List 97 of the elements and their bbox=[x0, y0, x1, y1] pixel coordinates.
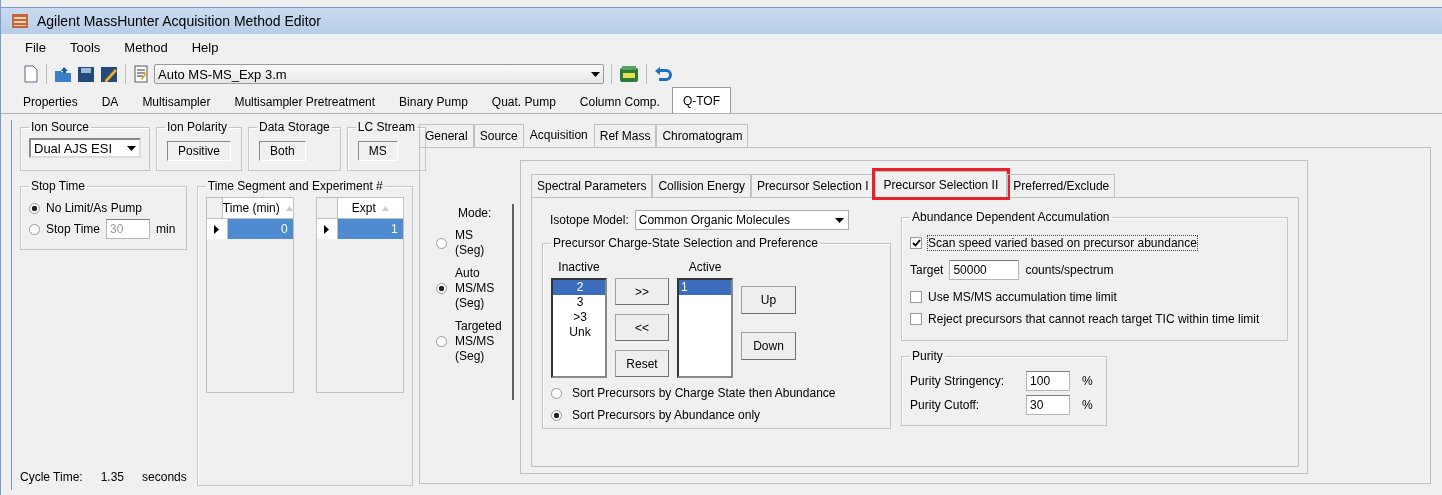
group-title: Ion Polarity bbox=[166, 120, 229, 134]
ion-source-dropdown[interactable]: Dual AJS ESI bbox=[29, 138, 141, 158]
window-title: Agilent MassHunter Acquisition Method Editor bbox=[37, 13, 322, 29]
group-title: Precursor Charge-State Selection and Preference bbox=[552, 236, 819, 250]
radio-button[interactable] bbox=[436, 336, 447, 347]
list-button[interactable]: << bbox=[615, 314, 669, 341]
list-button[interactable]: >> bbox=[615, 278, 669, 305]
group-title: Ion Source bbox=[30, 120, 91, 134]
group-title: Abundance Dependent Accumulation bbox=[911, 210, 1111, 224]
radio-button[interactable] bbox=[436, 283, 447, 294]
method-file-dropdown[interactable]: Auto MS-MS_Exp 3.m bbox=[154, 64, 604, 84]
tab[interactable]: Source bbox=[473, 124, 524, 147]
tab[interactable]: Binary Pump bbox=[387, 91, 480, 113]
tab[interactable]: Collision Energy bbox=[652, 174, 752, 197]
row-pointer-icon bbox=[214, 224, 220, 234]
status-value: Both bbox=[259, 141, 306, 161]
field-label: Isotope Model: bbox=[550, 213, 629, 227]
unit-label: counts/spectrum bbox=[1025, 263, 1114, 277]
tab[interactable]: Column Comp. bbox=[567, 91, 672, 113]
list-title: Active bbox=[688, 260, 722, 274]
menu-item[interactable]: Tools bbox=[57, 39, 113, 55]
unit-label: seconds bbox=[142, 470, 187, 484]
list-title: Inactive bbox=[558, 260, 600, 274]
tab[interactable]: Multisampler bbox=[130, 91, 223, 113]
group-title: Time Segment and Experiment # bbox=[206, 179, 384, 193]
notes-icon[interactable] bbox=[133, 65, 149, 83]
tab[interactable]: Properties bbox=[11, 91, 90, 113]
list-item[interactable]: Unk bbox=[553, 325, 605, 340]
caret-icon bbox=[590, 71, 600, 77]
row-pointer-icon bbox=[324, 224, 330, 234]
column-header[interactable]: Expt bbox=[337, 198, 403, 218]
tab[interactable]: Precursor Selection II bbox=[874, 171, 1008, 197]
tab[interactable]: General bbox=[419, 124, 474, 147]
radio-label[interactable]: Sort Precursors by Charge State then Abundance bbox=[572, 386, 836, 400]
tab[interactable]: DA bbox=[89, 91, 131, 113]
tab[interactable]: Q-TOF bbox=[671, 87, 731, 113]
list-item[interactable]: 3 bbox=[553, 295, 605, 310]
tab[interactable]: Quat. Pump bbox=[479, 91, 568, 113]
order-button[interactable]: Down bbox=[741, 332, 796, 360]
sort-icon bbox=[381, 205, 389, 211]
purity-field[interactable]: 100 bbox=[1026, 371, 1071, 391]
unit-label: min bbox=[156, 222, 176, 236]
undo-icon[interactable] bbox=[654, 65, 672, 83]
target-field[interactable]: 50000 bbox=[949, 260, 1020, 280]
radio-button[interactable] bbox=[551, 409, 562, 421]
radio-label[interactable]: MS (Seg) bbox=[455, 228, 485, 258]
tab[interactable]: Chromatogram bbox=[656, 124, 749, 147]
isotope-model-dropdown[interactable]: Common Organic Molecules bbox=[634, 210, 849, 230]
list-item[interactable]: 1 bbox=[679, 280, 731, 295]
status-value: MS bbox=[357, 141, 398, 161]
group-title: Purity bbox=[911, 349, 944, 363]
tab[interactable]: Ref Mass bbox=[593, 124, 657, 147]
table-cell[interactable]: 0 bbox=[227, 219, 293, 239]
cycle-time-value: 1.35 bbox=[100, 470, 125, 484]
list-item[interactable]: 2 bbox=[553, 280, 605, 295]
save-as-icon[interactable] bbox=[100, 65, 118, 83]
menu-item[interactable]: Help bbox=[179, 39, 231, 55]
radio-button[interactable] bbox=[436, 237, 447, 249]
status-value: Positive bbox=[167, 141, 232, 161]
group-title: Stop Time bbox=[30, 179, 87, 193]
unit-label: % bbox=[1082, 398, 1093, 412]
unit-label: % bbox=[1082, 374, 1093, 388]
checkbox[interactable] bbox=[910, 237, 923, 249]
table-cell[interactable]: 1 bbox=[337, 219, 403, 239]
purity-field[interactable]: 30 bbox=[1026, 395, 1071, 415]
checkbox[interactable] bbox=[910, 291, 923, 303]
checkbox[interactable] bbox=[910, 313, 923, 325]
menu-item[interactable]: File bbox=[13, 39, 58, 55]
tab[interactable]: Multisampler Pretreatment bbox=[222, 91, 388, 113]
radio-label[interactable]: Targeted MS/MS (Seg) bbox=[455, 319, 502, 364]
app-icon bbox=[11, 13, 29, 29]
caret-icon bbox=[126, 145, 136, 151]
radio-button[interactable] bbox=[551, 387, 562, 399]
group-title: LC Stream bbox=[356, 120, 417, 134]
checkbox-label[interactable]: Scan speed varied based on precursor abundance bbox=[928, 236, 1197, 250]
field-label: Target bbox=[910, 263, 944, 277]
menu-item[interactable]: Method bbox=[112, 39, 180, 55]
tab[interactable]: Spectral Parameters bbox=[531, 174, 653, 197]
list-button[interactable]: Reset bbox=[615, 350, 669, 377]
group-title: Data Storage bbox=[258, 120, 331, 134]
checkbox-label[interactable]: Reject precursors that cannot reach target TIC within time limit bbox=[928, 312, 1260, 326]
tab[interactable]: Preferred/Exclude bbox=[1007, 174, 1116, 197]
save-icon[interactable] bbox=[77, 65, 95, 83]
radio-label[interactable]: Sort Precursors by Abundance only bbox=[572, 408, 761, 422]
field-label: Purity Stringency: bbox=[910, 374, 1006, 388]
check-icon bbox=[911, 239, 921, 247]
checkbox-label[interactable]: Use MS/MS accumulation time limit bbox=[928, 290, 1117, 304]
mode-label: Mode: bbox=[458, 206, 493, 220]
order-button[interactable]: Up bbox=[741, 286, 796, 314]
new-document-icon[interactable] bbox=[23, 65, 39, 83]
caret-icon bbox=[835, 217, 845, 223]
column-header[interactable]: Time (min) bbox=[222, 198, 293, 218]
open-folder-icon[interactable] bbox=[54, 65, 72, 83]
cycle-time-label: Cycle Time: bbox=[20, 470, 83, 484]
list-item[interactable]: >3 bbox=[553, 310, 605, 325]
field-label: Purity Cutoff: bbox=[910, 398, 981, 412]
radio-label[interactable]: Auto MS/MS (Seg) bbox=[455, 266, 495, 311]
